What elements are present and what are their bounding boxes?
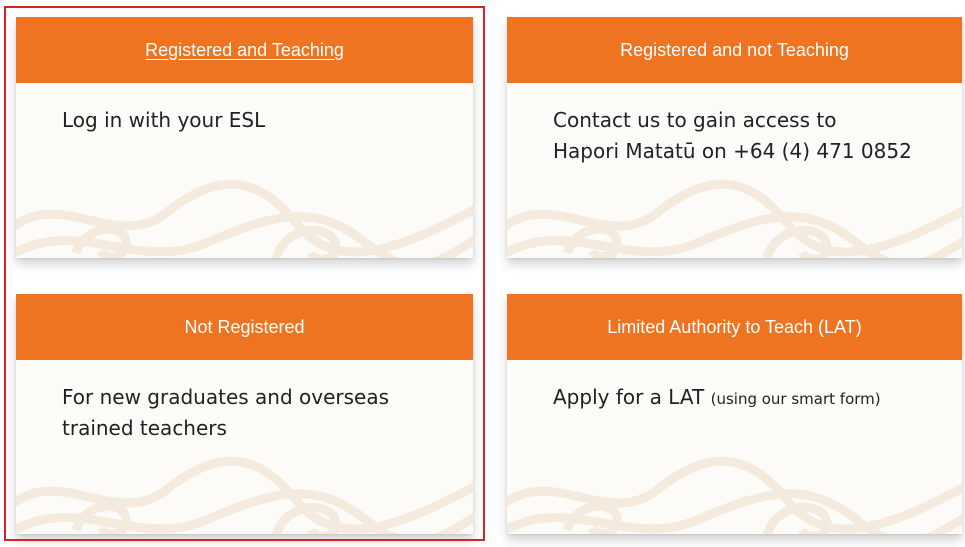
not-registered-header[interactable]: Not Registered (16, 294, 473, 360)
card-lat[interactable]: Limited Authority to Teach (LAT) Apply f… (507, 294, 962, 534)
registered-teaching-link[interactable]: Registered and Teaching (16, 17, 473, 83)
card-not-registered[interactable]: Not Registered For new graduates and ove… (16, 294, 473, 534)
lat-header[interactable]: Limited Authority to Teach (LAT) (507, 294, 962, 360)
lat-small-text[interactable]: (using our smart form) (711, 390, 881, 408)
not-registered-line-2: trained teachers (62, 416, 227, 440)
lat-text: Apply for a LAT (using our smart form) (553, 382, 932, 415)
registered-teaching-body: Log in with your ESL (16, 83, 473, 258)
lat-body: Apply for a LAT (using our smart form) (507, 360, 962, 534)
registered-not-teaching-line-1: Contact us to gain access to (553, 108, 837, 132)
lat-header-label[interactable]: Limited Authority to Teach (LAT) (607, 317, 861, 338)
not-registered-body: For new graduates and overseas trained t… (16, 360, 473, 534)
registered-not-teaching-text: Contact us to gain access to Hapori Mata… (553, 105, 932, 167)
card-registered-not-teaching[interactable]: Registered and not Teaching Contact us t… (507, 17, 962, 258)
registered-teaching-text: Log in with your ESL (62, 108, 266, 132)
not-registered-text: For new graduates and overseas trained t… (62, 382, 443, 444)
registered-not-teaching-body: Contact us to gain access to Hapori Mata… (507, 83, 962, 258)
registered-not-teaching-header[interactable]: Registered and not Teaching (507, 17, 962, 83)
registered-not-teaching-header-label[interactable]: Registered and not Teaching (620, 40, 849, 61)
lat-main-text: Apply for a LAT (553, 385, 705, 409)
options-page: Registered and Teaching Log in with your… (0, 0, 965, 547)
not-registered-line-1: For new graduates and overseas (62, 385, 390, 409)
not-registered-header-label[interactable]: Not Registered (184, 317, 304, 338)
card-registered-teaching[interactable]: Registered and Teaching Log in with your… (16, 17, 473, 258)
registered-not-teaching-line-2: Hapori Matatū on +64 (4) 471 0852 (553, 139, 912, 163)
registered-teaching-header-label[interactable]: Registered and Teaching (145, 40, 344, 61)
